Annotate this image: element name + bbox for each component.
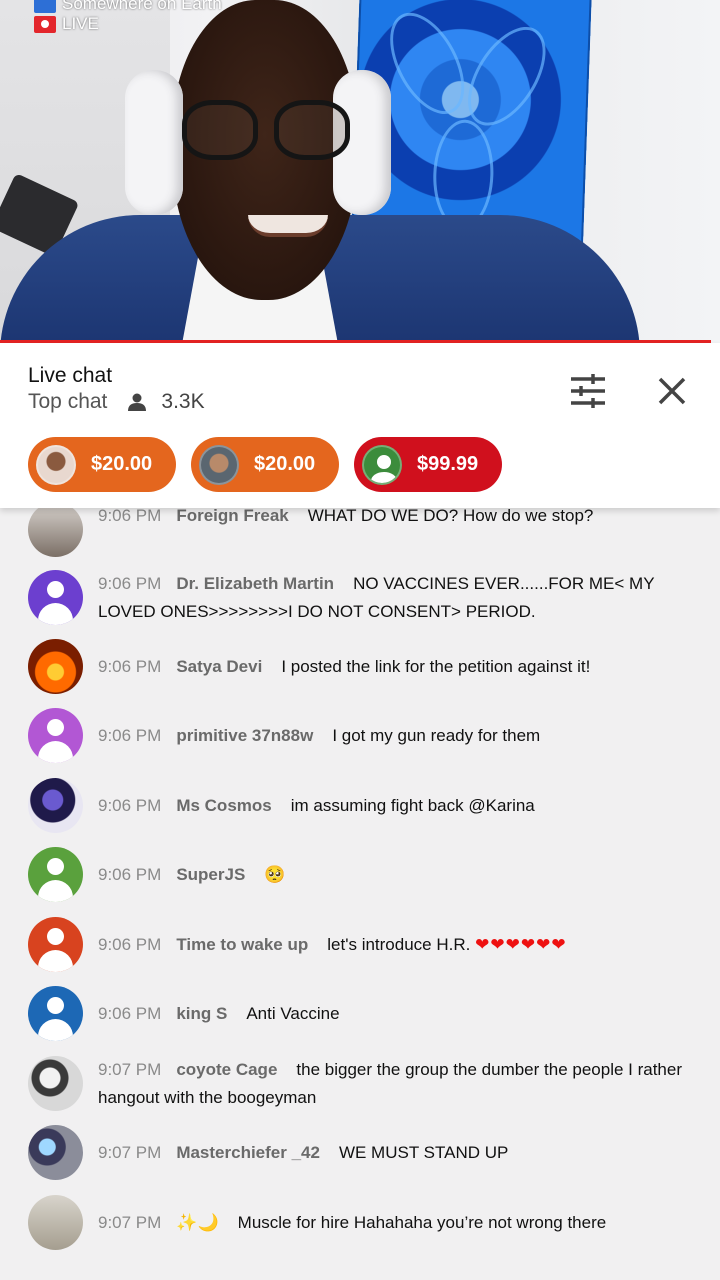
chat-message[interactable]: 9:06 PM king S Anti Vaccine	[28, 986, 708, 1041]
message-body: 9:06 PM Time to wake up let's introduce H.…	[98, 917, 567, 972]
chat-message[interactable]: 9:06 PM Dr. Elizabeth Martin NO VACCINES E…	[28, 570, 708, 626]
message-time: 9:06 PM	[98, 935, 162, 954]
avatar	[28, 639, 83, 694]
message-body: 9:06 PM king S Anti Vaccine	[98, 986, 340, 1041]
message-time: 9:06 PM	[98, 726, 162, 745]
person-icon	[128, 393, 147, 411]
avatar	[199, 444, 239, 485]
message-body: 9:06 PM Satya Devi I posted the link for t…	[98, 639, 590, 694]
close-icon	[658, 377, 686, 405]
message-author[interactable]: Ms Cosmos	[176, 796, 271, 815]
super-chat-chip[interactable]: $99.99	[354, 437, 502, 492]
message-text: let's introduce H.R.	[327, 935, 471, 954]
chat-message[interactable]: 9:06 PM Ms Cosmos im assuming fight back @…	[28, 778, 708, 833]
close-chat-button[interactable]	[654, 373, 690, 409]
chat-mode-row[interactable]: Top chat 3.3K	[28, 390, 205, 414]
chat-message[interactable]: 9:06 PM Time to wake up let's introduce H.…	[28, 917, 708, 972]
message-time: 9:06 PM	[98, 796, 162, 815]
message-text: I got my gun ready for them	[332, 726, 541, 745]
message-text: WE MUST STAND UP	[338, 1143, 509, 1162]
super-chat-amount: $99.99	[417, 453, 479, 475]
avatar	[28, 1056, 83, 1111]
message-time: 9:06 PM	[98, 506, 162, 525]
message-text: WHAT DO WE DO? How do we stop?	[307, 506, 594, 525]
streamer	[0, 0, 640, 343]
chat-message[interactable]: 9:06 PM primitive 37n88w I got my gun read…	[28, 708, 708, 763]
super-chat-amount: $20.00	[254, 453, 316, 475]
hearts-emoji: ❤❤❤❤❤❤	[475, 935, 567, 955]
message-time: 9:06 PM	[98, 865, 162, 884]
message-body: 9:07 PM ✨🌙 Muscle for hire Hahahaha you’re…	[98, 1195, 606, 1250]
message-time: 9:06 PM	[98, 657, 162, 676]
message-text: 🥺	[264, 865, 286, 885]
avatar	[28, 778, 83, 833]
message-body: 9:07 PM Masterchiefer _42 WE MUST STAND UP	[98, 1125, 508, 1180]
viewer-count: 3.3K	[127, 390, 205, 414]
location-label: Somewhere on Earth	[62, 0, 222, 13]
message-author[interactable]: ✨🌙	[176, 1213, 218, 1233]
avatar	[28, 570, 83, 625]
chat-message[interactable]: 9:06 PM SuperJS 🥺	[28, 847, 708, 902]
avatar	[362, 444, 402, 485]
message-text: Muscle for hire Hahahaha you’re not wron…	[237, 1213, 607, 1232]
message-author[interactable]: Dr. Elizabeth Martin	[176, 574, 334, 593]
message-author[interactable]: Foreign Freak	[176, 506, 288, 525]
chat-message[interactable]: 9:07 PM ✨🌙 Muscle for hire Hahahaha you’re…	[28, 1195, 708, 1250]
message-time: 9:06 PM	[98, 1004, 162, 1023]
live-label: LIVE	[62, 14, 99, 33]
chat-message[interactable]: 9:06 PM Satya Devi I posted the link for t…	[28, 639, 708, 694]
avatar	[28, 1125, 83, 1180]
avatar	[28, 917, 83, 972]
message-body: 9:06 PM Ms Cosmos im assuming fight back @…	[98, 778, 535, 833]
avatar	[28, 1195, 83, 1250]
avatar	[36, 444, 76, 485]
viewer-count-label: 3.3K	[161, 390, 205, 413]
message-author[interactable]: SuperJS	[176, 865, 245, 884]
chat-title: Live chat	[28, 364, 113, 387]
super-chat-amount: $20.00	[91, 453, 153, 475]
super-chat-ticker: $20.00 $20.00 $99.99	[28, 437, 502, 492]
message-author[interactable]: king S	[176, 1004, 227, 1023]
stream-overlay: Somewhere on Earth LIVE	[34, 0, 222, 34]
chat-message-list[interactable]: 9:06 PM Foreign Freak WHAT DO WE DO? How d…	[0, 502, 720, 1280]
message-body: 9:06 PM Dr. Elizabeth Martin NO VACCINES E…	[98, 570, 708, 626]
chat-message[interactable]: 9:06 PM Foreign Freak WHAT DO WE DO? How d…	[28, 502, 708, 557]
message-body: 9:06 PM primitive 37n88w I got my gun read…	[98, 708, 540, 763]
message-author[interactable]: Time to wake up	[176, 935, 308, 954]
message-text: im assuming fight back @Karina	[290, 796, 535, 815]
chat-message[interactable]: 9:07 PM Masterchiefer _42 WE MUST STAND UP	[28, 1125, 708, 1180]
message-author[interactable]: Masterchiefer _42	[176, 1143, 320, 1162]
location-icon	[34, 0, 56, 13]
message-body: 9:06 PM Foreign Freak WHAT DO WE DO? How d…	[98, 502, 593, 557]
message-body: 9:07 PM coyote Cage the bigger the group t…	[98, 1056, 708, 1112]
avatar	[28, 502, 83, 557]
super-chat-chip[interactable]: $20.00	[28, 437, 176, 492]
chat-mode-label[interactable]: Top chat	[28, 390, 107, 414]
message-time: 9:07 PM	[98, 1060, 162, 1079]
message-body: 9:06 PM SuperJS 🥺	[98, 847, 285, 902]
message-text: Anti Vaccine	[246, 1004, 340, 1023]
live-chat-header: Live chat Top chat 3.3K $20.00 $20.00 $9…	[0, 343, 720, 508]
message-time: 9:07 PM	[98, 1213, 162, 1232]
message-text: I posted the link for the petition again…	[281, 657, 591, 676]
video-player[interactable]: Somewhere on Earth LIVE	[0, 0, 720, 343]
chat-filter-button[interactable]	[568, 373, 608, 409]
live-icon	[34, 15, 56, 33]
message-time: 9:06 PM	[98, 574, 162, 593]
message-author[interactable]: primitive 37n88w	[176, 726, 313, 745]
avatar	[28, 708, 83, 763]
avatar	[28, 986, 83, 1041]
avatar	[28, 847, 83, 902]
message-author[interactable]: coyote Cage	[176, 1060, 277, 1079]
chat-message[interactable]: 9:07 PM coyote Cage the bigger the group t…	[28, 1056, 708, 1112]
super-chat-chip[interactable]: $20.00	[191, 437, 339, 492]
message-time: 9:07 PM	[98, 1143, 162, 1162]
tune-icon	[571, 374, 605, 408]
message-author[interactable]: Satya Devi	[176, 657, 262, 676]
